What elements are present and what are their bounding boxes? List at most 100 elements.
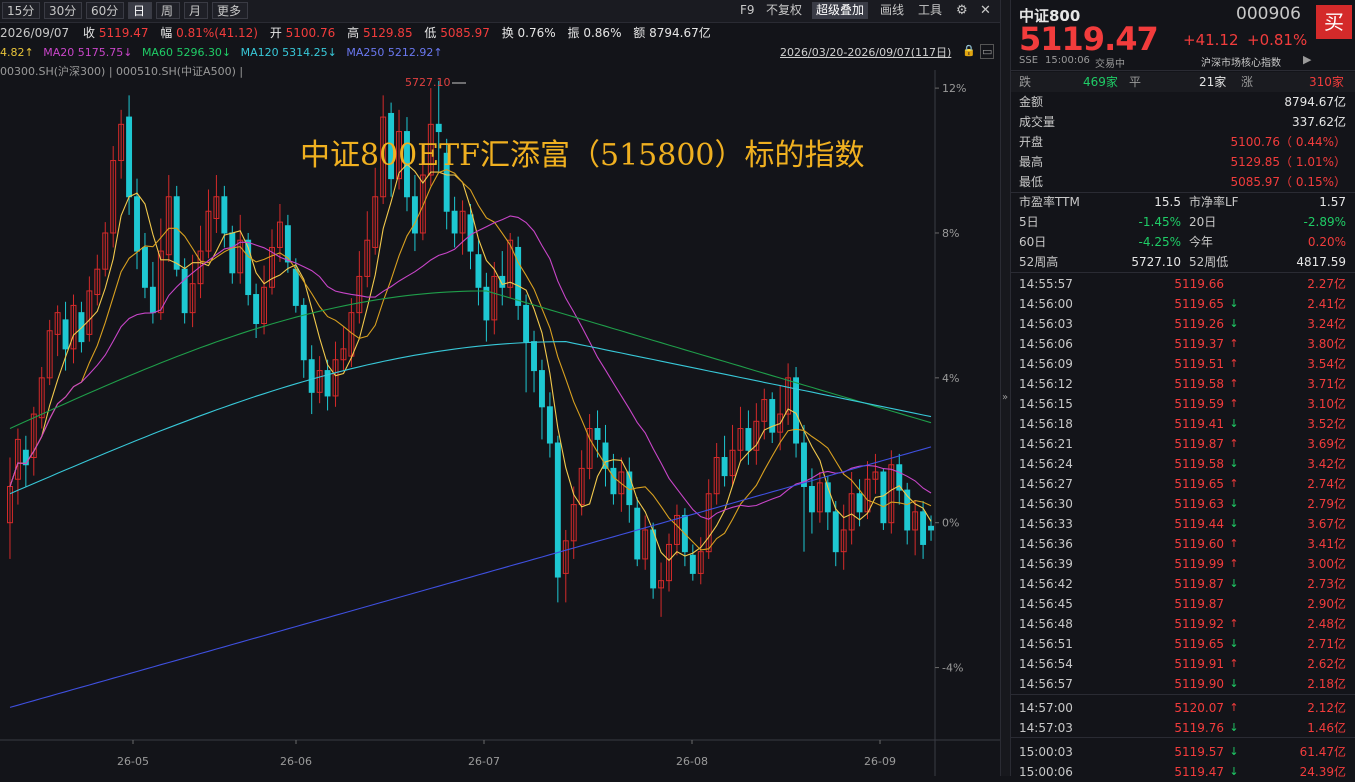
- y-tick-label: 8%: [942, 227, 959, 240]
- arrow-up-icon: ↑: [1229, 537, 1239, 550]
- x-tick-label: 26-09: [864, 755, 896, 768]
- tick-volume: 2.18亿: [1307, 677, 1346, 691]
- tick-row: 14:56:00 5119.65 ↓ 2.41亿: [1011, 294, 1355, 314]
- tick-row: 14:56:27 5119.65 ↑ 2.74亿: [1011, 474, 1355, 494]
- tick-time: 14:56:42: [1019, 577, 1073, 591]
- arrow-down-icon: ↓: [1229, 417, 1239, 430]
- candle-down: [221, 196, 228, 234]
- tick-row: 14:56:09 5119.51 ↑ 3.54亿: [1011, 354, 1355, 374]
- tick-time: 14:56:00: [1019, 297, 1073, 311]
- tick-divider: [1011, 737, 1355, 738]
- candle-down: [467, 214, 474, 252]
- y-tick-label: -4%: [942, 662, 963, 675]
- stat-value: 8794.67亿: [1284, 95, 1346, 109]
- metric-value: -1.45%: [1138, 215, 1181, 229]
- tick-price: 5119.63: [1174, 497, 1224, 511]
- y-tick-label: 12%: [942, 82, 966, 95]
- rise-label: 涨: [1241, 75, 1254, 89]
- candle-down: [126, 116, 133, 198]
- tick-row: 15:00:06 5119.47 ↓ 24.39亿: [1011, 762, 1355, 782]
- tick-price: 5119.92: [1174, 617, 1224, 631]
- stat-row: 金额 8794.67亿: [1011, 92, 1355, 112]
- tick-divider: [1011, 694, 1355, 695]
- metric-value: 5727.10: [1131, 255, 1181, 269]
- tick-time: 14:56:15: [1019, 397, 1073, 411]
- chevron-right-icon[interactable]: »: [1002, 392, 1008, 403]
- exchange-code: SSE: [1019, 55, 1039, 66]
- tick-volume: 3.80亿: [1307, 337, 1346, 351]
- kline-chart[interactable]: 12% 8% 4% 0% -4% 5727.10 26-05 26-06 26-07 26-08 2…: [0, 0, 1000, 776]
- candle-down: [134, 196, 140, 252]
- tick-price: 5119.57: [1174, 745, 1224, 759]
- tick-time: 14:56:54: [1019, 657, 1073, 671]
- peak-price-label: 5727.10: [405, 76, 451, 89]
- index-code: 000906: [1236, 4, 1301, 24]
- tick-volume: 3.24亿: [1307, 317, 1346, 331]
- candle-down: [229, 232, 236, 274]
- tick-volume: 61.47亿: [1299, 745, 1346, 759]
- candle-down: [411, 196, 418, 234]
- price-change: +41.12: [1183, 31, 1239, 49]
- tick-row: 14:56:21 5119.87 ↑ 3.69亿: [1011, 434, 1355, 454]
- x-tick-label: 26-06: [280, 755, 312, 768]
- stat-value: 5129.85（ 1.01%）: [1230, 155, 1346, 169]
- tick-time: 14:56:45: [1019, 597, 1073, 611]
- arrow-down-icon: ↓: [1229, 457, 1239, 470]
- candle-down: [308, 359, 315, 393]
- x-tick-label: 26-07: [468, 755, 500, 768]
- tick-price: 5119.65: [1174, 477, 1224, 491]
- metric-label: 5日: [1019, 215, 1039, 229]
- ma120-line: [9, 341, 932, 495]
- tick-row: 14:56:39 5119.99 ↑ 3.00亿: [1011, 554, 1355, 574]
- tick-time: 14:56:57: [1019, 677, 1073, 691]
- candle-down: [173, 196, 180, 270]
- candle-down: [689, 554, 696, 574]
- index-category: 沪深市场核心指数: [1201, 58, 1281, 69]
- tick-time: 14:56:39: [1019, 557, 1073, 571]
- stat-value: 5100.76（ 0.44%）: [1230, 135, 1346, 149]
- metric-row: 60日 -4.25% 今年 0.20%: [1011, 232, 1355, 252]
- tick-price: 5119.87: [1174, 577, 1224, 591]
- candle-down: [141, 246, 148, 288]
- tick-price: 5119.90: [1174, 677, 1224, 691]
- candle-down: [300, 304, 307, 361]
- fall-count: 469家: [1083, 75, 1118, 89]
- tick-row: 14:56:15 5119.59 ↑ 3.10亿: [1011, 394, 1355, 414]
- tick-row: 14:56:45 5119.87 2.90亿: [1011, 594, 1355, 614]
- metric-value: 15.5: [1154, 195, 1181, 209]
- candle-down: [650, 529, 657, 589]
- tick-time: 14:56:33: [1019, 517, 1073, 531]
- tick-volume: 2.27亿: [1307, 277, 1346, 291]
- stat-label: 最低: [1019, 175, 1044, 189]
- tick-price: 5119.99: [1174, 557, 1224, 571]
- candle-down: [880, 471, 887, 524]
- triangle-right-icon[interactable]: ▶: [1303, 53, 1311, 66]
- tick-volume: 1.46亿: [1307, 721, 1346, 735]
- candle-down: [531, 341, 537, 372]
- arrow-down-icon: ↓: [1229, 637, 1239, 650]
- tick-volume: 2.41亿: [1307, 297, 1346, 311]
- tick-row: 14:56:24 5119.58 ↓ 3.42亿: [1011, 454, 1355, 474]
- arrow-down-icon: ↓: [1229, 677, 1239, 690]
- tick-time: 15:00:03: [1019, 745, 1073, 759]
- tick-row: 14:56:48 5119.92 ↑ 2.48亿: [1011, 614, 1355, 634]
- y-tick-label: 4%: [942, 372, 959, 385]
- stat-row: 成交量 337.62亿: [1011, 112, 1355, 132]
- tick-volume: 2.74亿: [1307, 477, 1346, 491]
- tick-price: 5119.58: [1174, 457, 1224, 471]
- tick-price: 5119.51: [1174, 357, 1224, 371]
- buy-button[interactable]: 买: [1316, 5, 1352, 39]
- arrow-up-icon: ↑: [1229, 617, 1239, 630]
- candle-down: [483, 286, 490, 321]
- ma250-line: [9, 446, 932, 708]
- tick-row: 14:56:18 5119.41 ↓ 3.52亿: [1011, 414, 1355, 434]
- tick-time: 14:56:09: [1019, 357, 1073, 371]
- candle-down: [292, 268, 299, 306]
- candle-down: [515, 246, 522, 306]
- candle-down: [808, 485, 815, 513]
- metric-row: 市盈率TTM 15.5 市净率LF 1.57: [1011, 192, 1355, 212]
- tick-volume: 3.69亿: [1307, 437, 1346, 451]
- tick-volume: 2.73亿: [1307, 577, 1346, 591]
- tick-row: 14:56:30 5119.63 ↓ 2.79亿: [1011, 494, 1355, 514]
- tick-volume: 3.52亿: [1307, 417, 1346, 431]
